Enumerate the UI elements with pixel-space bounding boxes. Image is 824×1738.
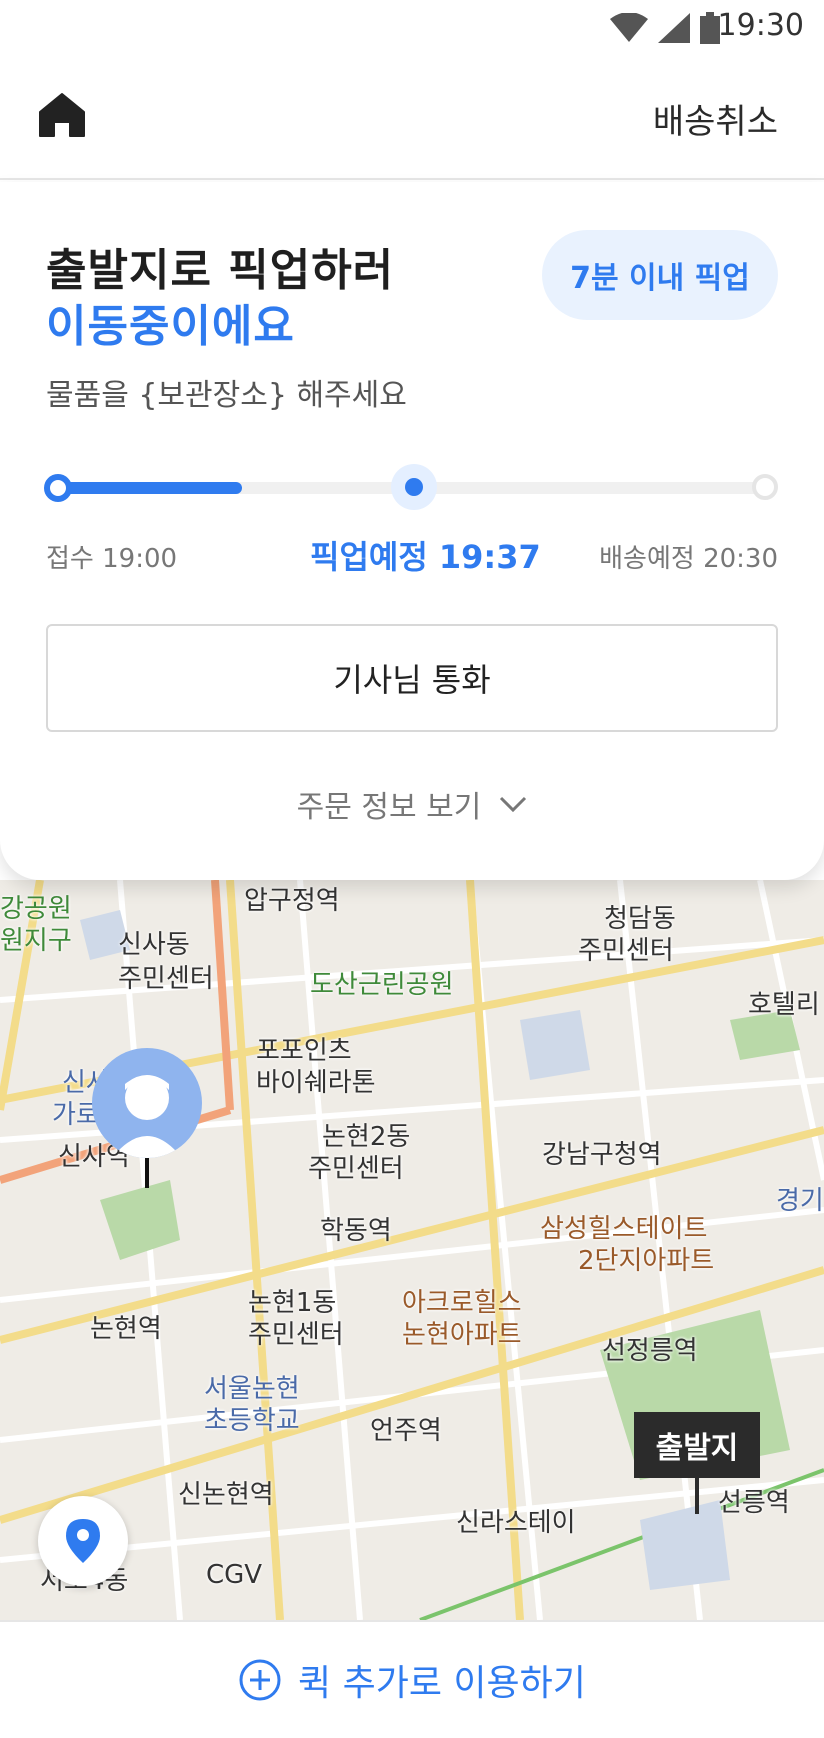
status-title-line2: 이동중이에요 xyxy=(46,301,295,352)
wifi-icon xyxy=(610,13,648,42)
home-icon xyxy=(39,93,85,137)
signal-icon xyxy=(658,13,690,43)
map-label: 호텔리 xyxy=(748,990,820,1020)
map-label: 언주역 xyxy=(370,1416,442,1446)
top-bar: 배송취소 xyxy=(0,52,824,180)
map-label: CGV xyxy=(206,1560,263,1590)
map-label: 주민센터 xyxy=(248,1320,344,1350)
map-label: 도산근린공원 xyxy=(310,970,454,1000)
map-label: 주민센터 xyxy=(118,964,214,994)
map-label: 논현역 xyxy=(90,1314,162,1344)
progress-start-dot xyxy=(44,474,72,502)
driver-avatar[interactable] xyxy=(92,1048,202,1158)
map-label: 선정릉역 xyxy=(602,1336,698,1366)
call-driver-button[interactable]: 기사님 통화 xyxy=(46,624,778,732)
map-label: 바이쉐라톤 xyxy=(256,1068,376,1098)
origin-marker-pin xyxy=(695,1478,699,1514)
map-label: 신논현역 xyxy=(178,1480,274,1510)
driver-avatar-icon xyxy=(112,1075,182,1158)
map-label: 강남구청역 xyxy=(542,1140,662,1170)
cancel-delivery-button[interactable]: 배송취소 xyxy=(653,94,778,143)
home-button[interactable] xyxy=(38,92,86,142)
my-location-button[interactable] xyxy=(38,1496,128,1586)
add-quick-label: 퀵 추가로 이용하기 xyxy=(298,1663,586,1704)
received-time-label: 접수 19:00 xyxy=(46,544,178,574)
progress-fill xyxy=(58,482,242,494)
chevron-down-icon xyxy=(500,796,527,813)
progress-current-dot xyxy=(405,478,423,496)
map-label: 주민센터 xyxy=(308,1154,404,1184)
map-view[interactable]: 압구정역 청담동 주민센터 신사동 주민센터 도산근린공원 호텔리 포포인츠 바… xyxy=(0,880,824,1620)
map-label: 주민센터 xyxy=(578,936,674,966)
progress-end-dot xyxy=(752,474,778,500)
status-title-line1: 출발지로 픽업하러 xyxy=(46,245,395,296)
map-label: 신라스테이 xyxy=(456,1508,576,1538)
map-label: 논현아파트 xyxy=(402,1320,522,1350)
map-label: 선릉역 xyxy=(718,1488,790,1518)
map-label: 압구정역 xyxy=(244,886,340,916)
map-label: 원지구 xyxy=(0,926,72,956)
status-time: 19:30 xyxy=(717,8,804,43)
pickup-time-label: 픽업예정 19:37 xyxy=(310,538,541,576)
map-label: 학동역 xyxy=(320,1216,392,1246)
delivery-time-label: 배송예정 20:30 xyxy=(599,544,778,574)
map-label: 신사동 xyxy=(118,930,190,960)
plus-circle-icon xyxy=(239,1659,281,1701)
add-quick-bar[interactable]: 퀵 추가로 이용하기 xyxy=(0,1620,824,1738)
map-label: 2단지아파트 xyxy=(578,1246,715,1276)
delivery-status-card: 출발지로 픽업하러 이동중이에요 7분 이내 픽업 물품을 {보관장소} 해주세… xyxy=(0,182,824,880)
location-pin-icon xyxy=(66,1519,100,1563)
origin-marker[interactable]: 출발지 xyxy=(634,1412,760,1478)
map-label: 초등학교 xyxy=(204,1406,300,1436)
map-label: 경기 xyxy=(776,1186,824,1216)
status-bar: 19:30 xyxy=(0,0,824,52)
status-icons xyxy=(610,12,720,44)
order-info-label: 주문 정보 보기 xyxy=(296,790,482,825)
status-subtitle: 물품을 {보관장소} 해주세요 xyxy=(46,378,407,413)
order-info-toggle[interactable]: 주문 정보 보기 xyxy=(0,782,824,826)
driver-pin xyxy=(145,1158,149,1188)
eta-pill: 7분 이내 픽업 xyxy=(542,230,778,320)
